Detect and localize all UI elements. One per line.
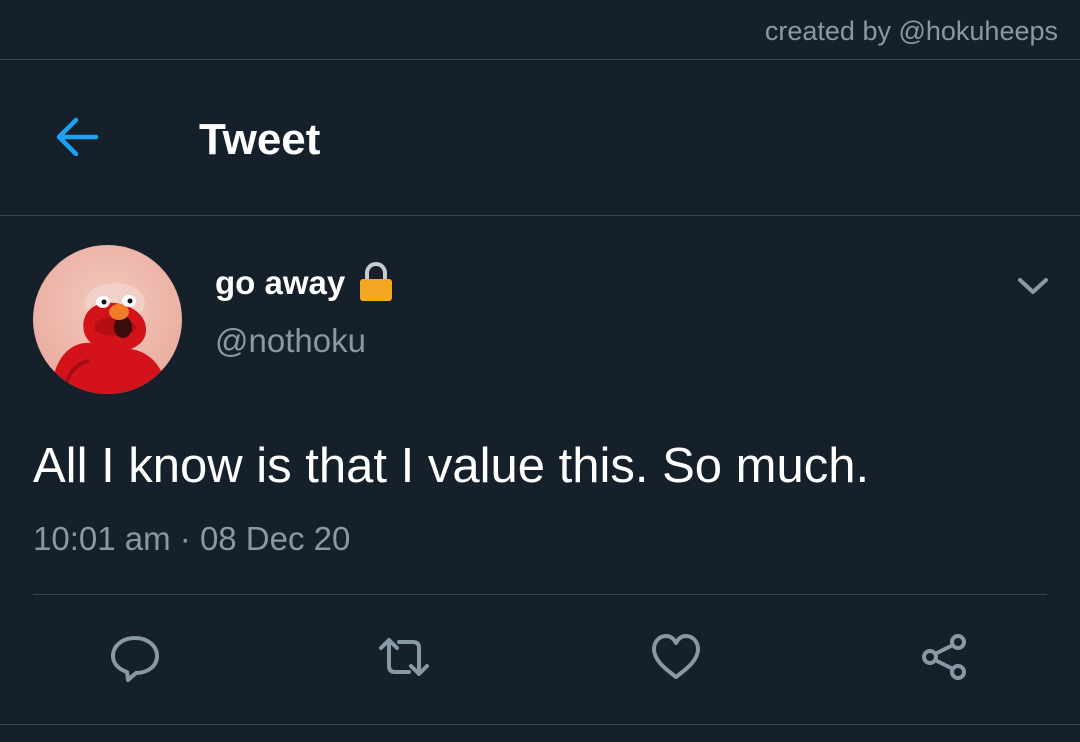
like-icon	[652, 634, 700, 679]
reply-button[interactable]	[106, 628, 164, 686]
tweet-text: All I know is that I value this. So much…	[33, 439, 870, 493]
credit-text: created by @hokuheeps	[764, 16, 1058, 46]
like-button[interactable]	[647, 628, 705, 686]
timestamp-separator: ·	[179, 520, 191, 557]
page-title: Tweet	[199, 115, 321, 164]
divider	[33, 594, 1047, 595]
reply-icon	[111, 636, 159, 682]
tweet-time: 10:01 am	[33, 520, 171, 557]
avatar[interactable]	[33, 245, 182, 394]
back-button[interactable]	[48, 108, 106, 166]
divider	[0, 724, 1080, 725]
retweet-button[interactable]	[375, 628, 433, 686]
share-icon	[922, 634, 966, 680]
tweet-timestamp: 10:01 am · 08 Dec 20	[33, 520, 350, 558]
retweet-icon	[379, 638, 429, 676]
tweet-date: 08 Dec 20	[199, 520, 351, 557]
top-bar: Tweet	[0, 61, 1080, 216]
handle[interactable]: @nothoku	[215, 322, 366, 360]
lock-icon	[360, 262, 392, 301]
display-name[interactable]: go away	[215, 264, 345, 302]
share-button[interactable]	[916, 628, 974, 686]
more-options-button[interactable]	[1012, 268, 1054, 304]
credit-bar: created by @hokuheeps	[0, 0, 1080, 60]
arrow-left-icon	[56, 117, 99, 157]
chevron-down-icon	[1018, 278, 1048, 294]
